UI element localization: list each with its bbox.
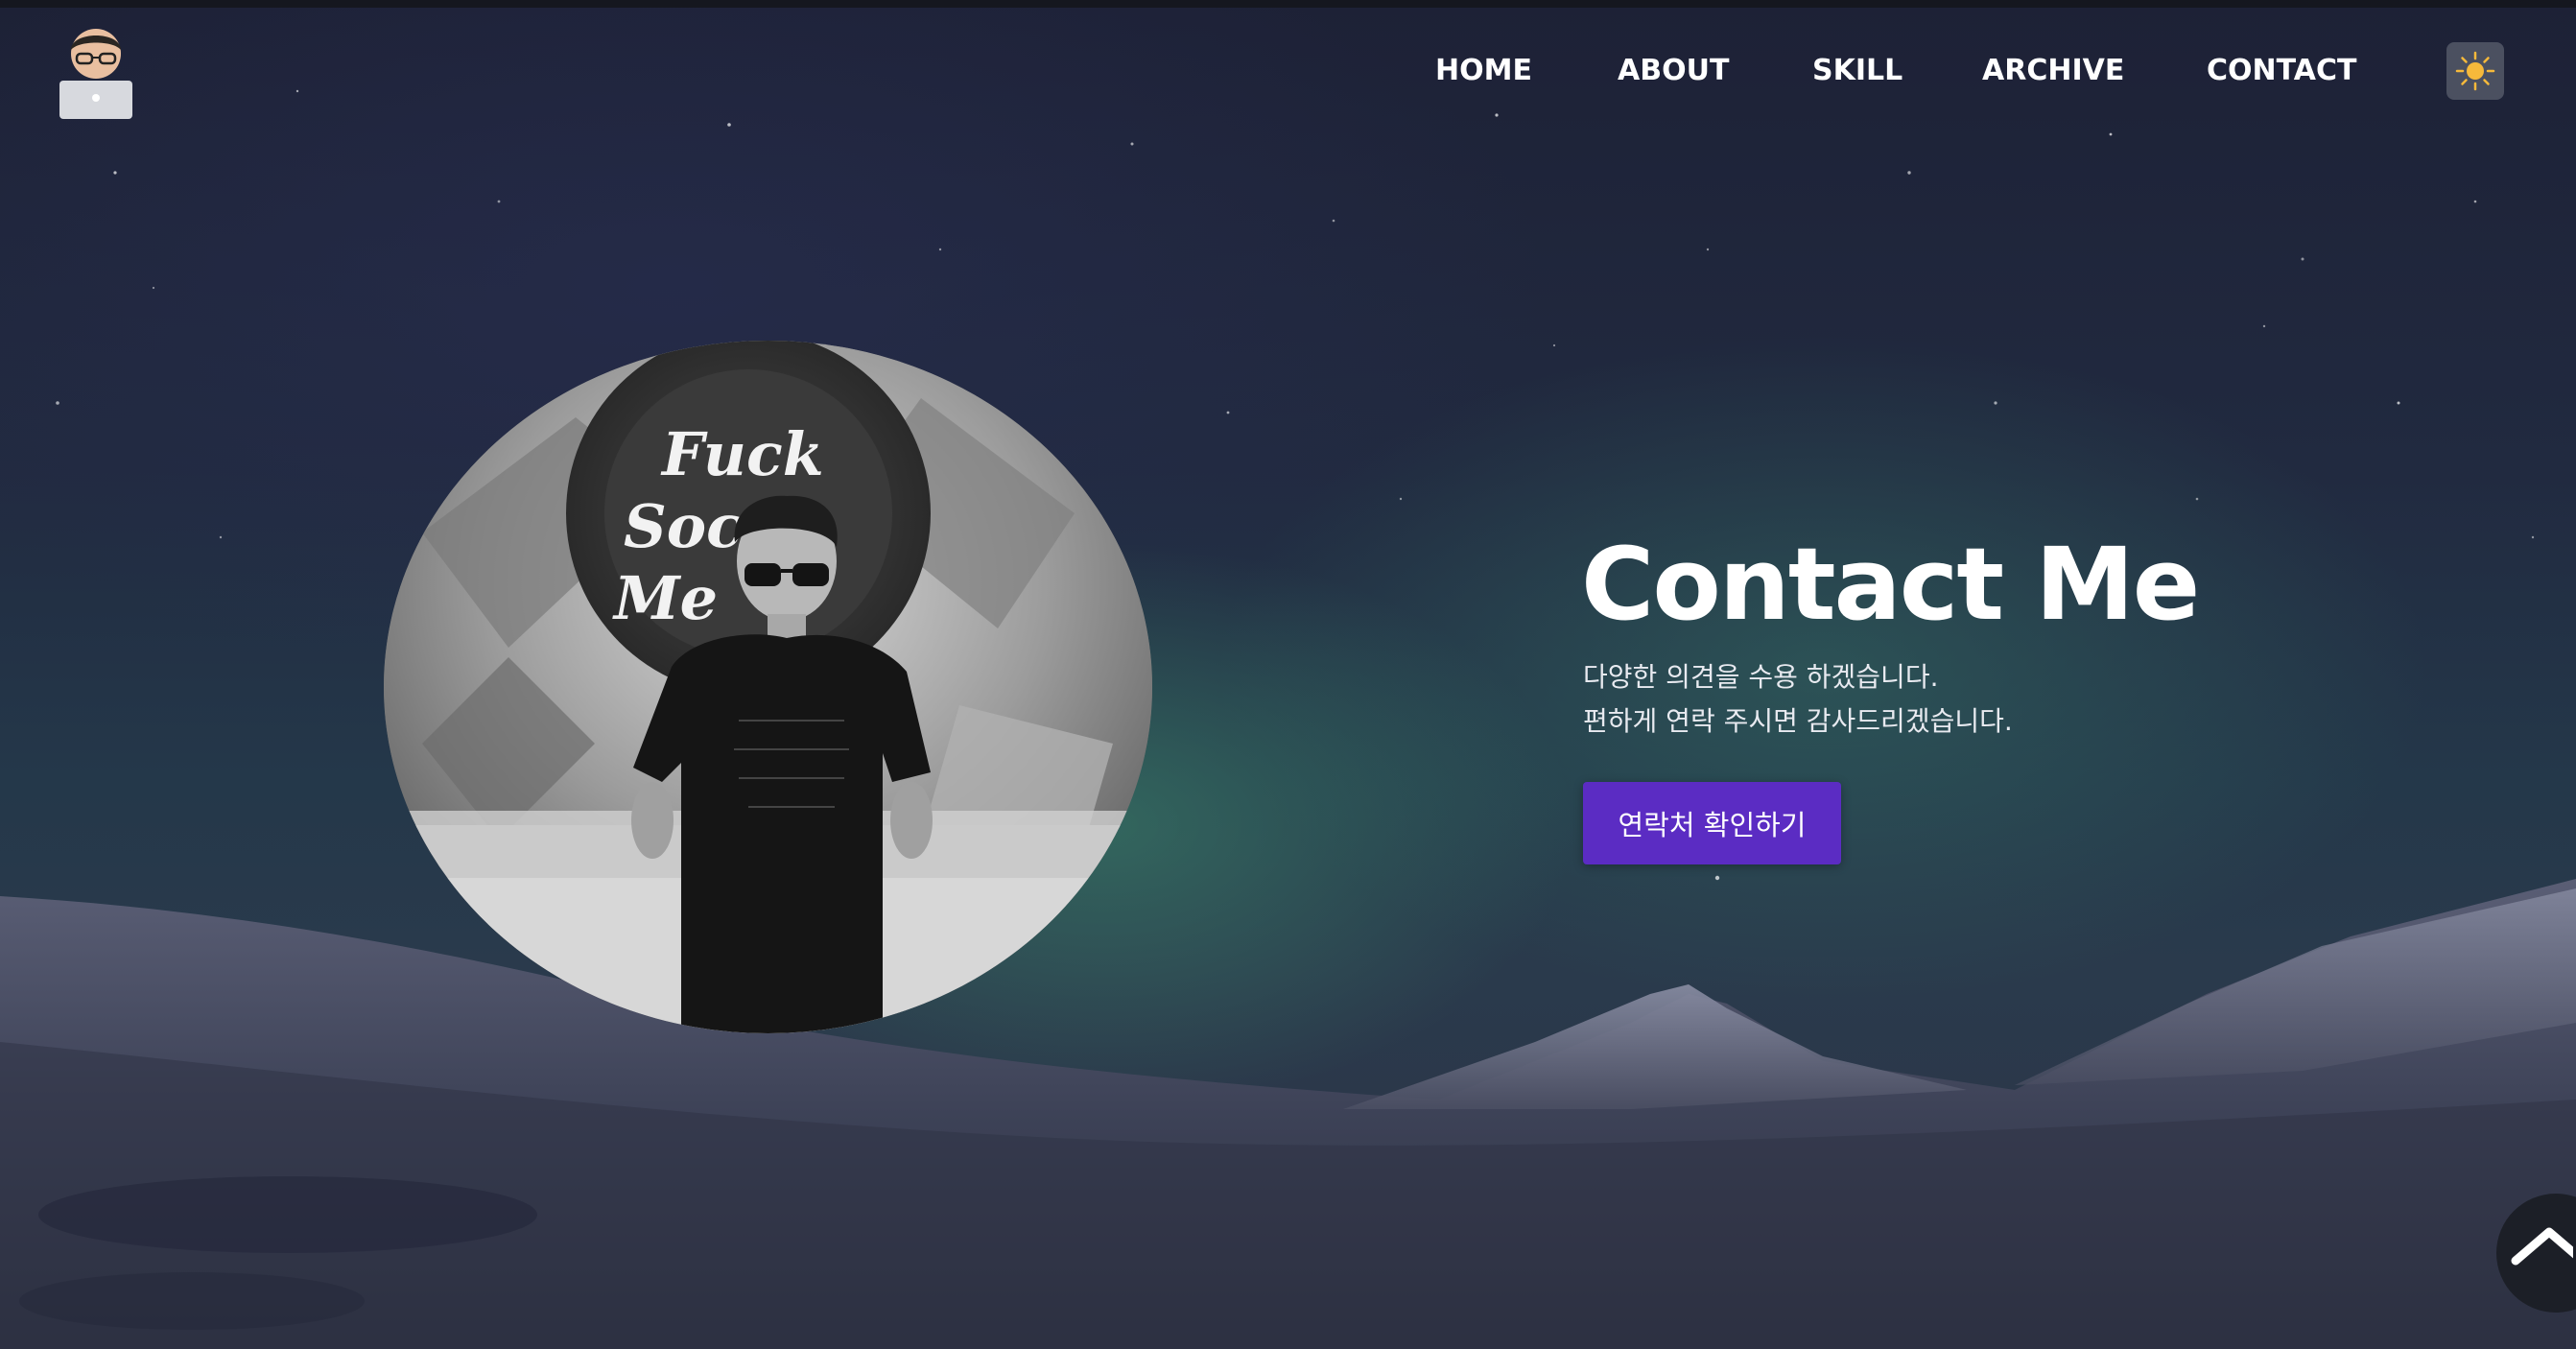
snow-mountains-background	[0, 879, 2576, 1349]
nav-item-skill[interactable]: SKILL	[1812, 54, 1902, 87]
chevron-up-icon	[2511, 1227, 2573, 1266]
profile-photo: Fuck Soc Me	[384, 341, 1152, 1033]
nav-item-about[interactable]: ABOUT	[1618, 54, 1729, 87]
starfield-background	[56, 89, 2535, 881]
description-line-1: 다양한 의견을 수용 하겠습니다.	[1583, 661, 1939, 693]
theme-toggle-button[interactable]	[2446, 42, 2504, 100]
view-contact-button[interactable]: 연락처 확인하기	[1583, 782, 1841, 864]
sun-icon	[2455, 51, 2495, 91]
tapestry-text-2: Soc	[624, 491, 743, 561]
contact-page: HOME ABOUT SKILL ARCHIVE CONTACT Fuck So…	[0, 0, 2576, 1349]
memoji-laptop-icon	[59, 29, 132, 119]
page-title: Contact Me	[1581, 526, 2200, 643]
nav-item-contact[interactable]: CONTACT	[2207, 54, 2356, 87]
nav-item-home[interactable]: HOME	[1435, 54, 1532, 87]
tapestry-text-1: Fuck	[660, 419, 824, 489]
tapestry-text-3: Me	[612, 563, 718, 633]
profile-photo-illustration: Fuck Soc Me	[384, 341, 1152, 1033]
scroll-to-top-button[interactable]	[2496, 1194, 2576, 1313]
description-line-2: 편하게 연락 주시면 감사드리겠습니다.	[1583, 705, 2013, 737]
logo-avatar[interactable]	[56, 25, 136, 121]
nav-item-archive[interactable]: ARCHIVE	[1982, 54, 2124, 87]
